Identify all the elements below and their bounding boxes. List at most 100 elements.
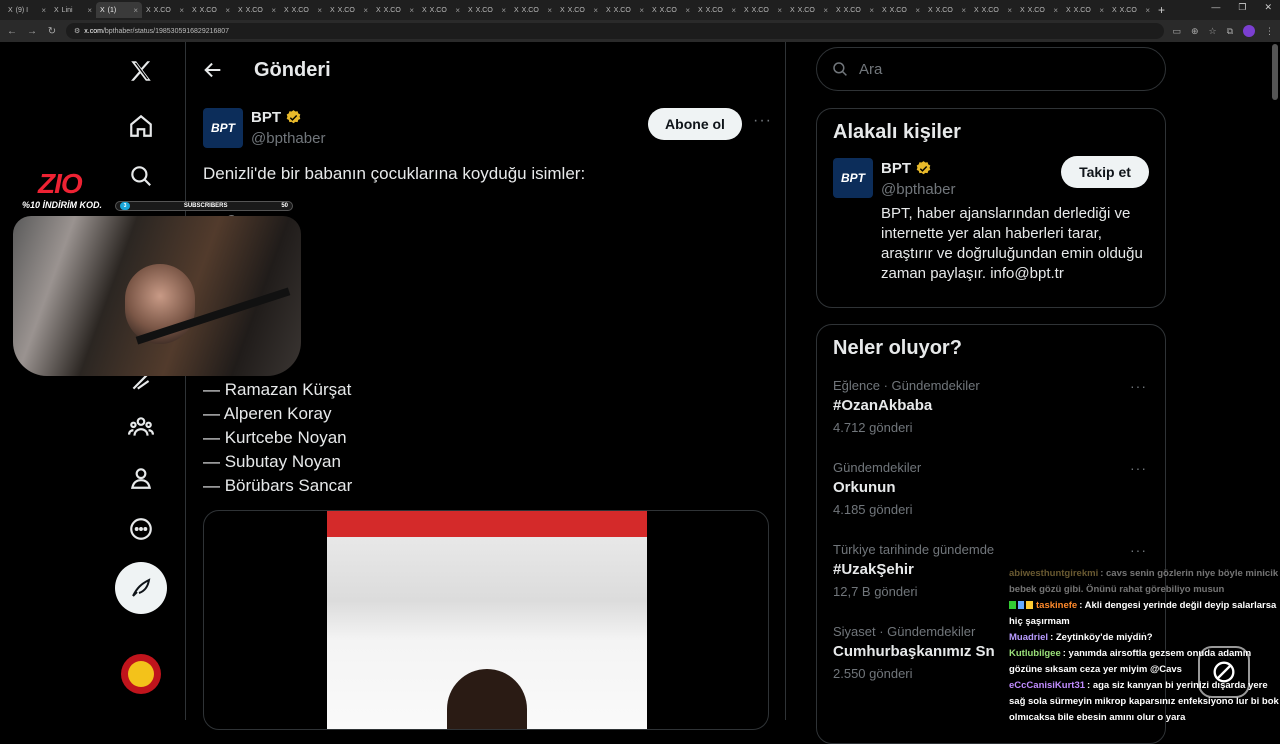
more-icon[interactable] xyxy=(122,510,160,548)
x-logo-icon[interactable] xyxy=(122,52,160,90)
search-input[interactable]: Ara xyxy=(816,47,1166,91)
site-info-icon[interactable]: ⚙ xyxy=(74,27,80,35)
browser-tab[interactable]: X X.CO × xyxy=(280,2,326,18)
author-avatar[interactable]: BPT xyxy=(203,108,243,148)
browser-tab[interactable]: X X.CO × xyxy=(418,2,464,18)
restore-icon[interactable]: ❐ xyxy=(1238,2,1246,13)
browser-tab[interactable]: X X.CO × xyxy=(1062,2,1108,18)
forward-nav-icon[interactable]: → xyxy=(26,26,38,37)
browser-tab[interactable]: X X.CO × xyxy=(740,2,786,18)
browser-tab[interactable]: X X.CO × xyxy=(142,2,188,18)
browser-tab[interactable]: X X.CO × xyxy=(510,2,556,18)
post-media[interactable] xyxy=(203,510,769,730)
cast-icon[interactable]: ▭ xyxy=(1172,26,1181,37)
browser-tab[interactable]: X X.CO × xyxy=(786,2,832,18)
post-more-icon[interactable]: ··· xyxy=(753,112,772,130)
browser-tab[interactable]: X X.CO × xyxy=(188,2,234,18)
trend-more-icon[interactable]: ··· xyxy=(1130,542,1147,558)
tab-close-icon[interactable]: × xyxy=(547,6,552,15)
account-avatar[interactable] xyxy=(121,654,161,694)
tab-close-icon[interactable]: × xyxy=(1053,6,1058,15)
browser-tab[interactable]: X X.CO × xyxy=(878,2,924,18)
browser-tab[interactable]: X X.CO × xyxy=(234,2,280,18)
trend-item[interactable]: Gündemdekiler Orkunun 4.185 gönderi ··· xyxy=(817,454,1165,536)
communities-icon[interactable] xyxy=(122,408,160,446)
tab-close-icon[interactable]: × xyxy=(87,6,92,15)
tab-close-icon[interactable]: × xyxy=(1145,6,1150,15)
tab-favicon-icon: X xyxy=(54,6,59,14)
tab-label: X.CO xyxy=(199,6,217,14)
tab-close-icon[interactable]: × xyxy=(133,6,138,15)
browser-tab[interactable]: X X.CO × xyxy=(694,2,740,18)
new-tab-icon[interactable]: + xyxy=(1158,3,1165,17)
close-window-icon[interactable]: ✕ xyxy=(1264,2,1272,13)
tab-close-icon[interactable]: × xyxy=(225,6,230,15)
related-handle[interactable]: @bpthaber xyxy=(881,181,955,198)
tab-label: X.CO xyxy=(521,6,539,14)
browser-tab[interactable]: X X.CO × xyxy=(924,2,970,18)
tab-close-icon[interactable]: × xyxy=(271,6,276,15)
tab-close-icon[interactable]: × xyxy=(685,6,690,15)
tab-close-icon[interactable]: × xyxy=(501,6,506,15)
browser-tab[interactable]: X X.CO × xyxy=(372,2,418,18)
browser-tab[interactable]: X X.CO × xyxy=(970,2,1016,18)
tab-close-icon[interactable]: × xyxy=(639,6,644,15)
related-avatar[interactable]: BPT xyxy=(833,158,873,198)
tab-close-icon[interactable]: × xyxy=(317,6,322,15)
chat-username: abiwesthuntgirekmi xyxy=(1009,568,1099,579)
tab-close-icon[interactable]: × xyxy=(455,6,460,15)
tab-close-icon[interactable]: × xyxy=(593,6,598,15)
browser-tab[interactable]: X X.CO × xyxy=(832,2,878,18)
tab-close-icon[interactable]: × xyxy=(823,6,828,15)
browser-tab[interactable]: X X.CO × xyxy=(556,2,602,18)
trend-more-icon[interactable]: ··· xyxy=(1130,460,1147,476)
tab-close-icon[interactable]: × xyxy=(777,6,782,15)
browser-tab[interactable]: X X.CO × xyxy=(464,2,510,18)
browser-tab[interactable]: X X.CO × xyxy=(1108,2,1154,18)
tab-label: (9) I xyxy=(15,6,29,14)
search-icon[interactable] xyxy=(122,157,160,195)
tab-close-icon[interactable]: × xyxy=(869,6,874,15)
browser-tab[interactable]: X X.CO × xyxy=(326,2,372,18)
browser-menu-icon[interactable]: ⋮ xyxy=(1265,26,1274,37)
extensions-icon[interactable]: ⧉ xyxy=(1227,26,1233,37)
back-nav-icon[interactable]: ← xyxy=(6,26,18,37)
author-name[interactable]: BPT xyxy=(251,109,302,126)
tab-close-icon[interactable]: × xyxy=(363,6,368,15)
follow-button[interactable]: Takip et xyxy=(1061,156,1149,188)
browser-tab[interactable]: X X.CO × xyxy=(648,2,694,18)
browser-tab[interactable]: X X.CO × xyxy=(1016,2,1062,18)
tab-close-icon[interactable]: × xyxy=(41,6,46,15)
tab-close-icon[interactable]: × xyxy=(961,6,966,15)
zoom-icon[interactable]: ⊕ xyxy=(1191,26,1199,37)
name-list-item: — Subutay Noyan xyxy=(203,452,341,471)
minimize-icon[interactable]: — xyxy=(1211,2,1220,13)
profile-avatar[interactable] xyxy=(1243,25,1255,37)
subscribe-button[interactable]: Abone ol xyxy=(648,108,742,140)
reload-icon[interactable]: ↻ xyxy=(46,26,58,37)
browser-tab[interactable]: X X.CO × xyxy=(602,2,648,18)
back-arrow-icon[interactable] xyxy=(202,59,224,81)
bookmark-star-icon[interactable]: ☆ xyxy=(1208,26,1216,37)
trend-item[interactable]: Eğlence · Gündemdekiler #OzanAkbaba 4.712 … xyxy=(817,372,1165,454)
author-handle[interactable]: @bpthaber xyxy=(251,130,325,147)
related-name[interactable]: BPT xyxy=(881,160,932,177)
browser-tab[interactable]: X (1) × xyxy=(96,2,142,18)
browser-tab[interactable]: X (9) I × xyxy=(4,2,50,18)
tab-close-icon[interactable]: × xyxy=(1007,6,1012,15)
tab-close-icon[interactable]: × xyxy=(409,6,414,15)
browser-tab[interactable]: X Lini × xyxy=(50,2,96,18)
home-icon[interactable] xyxy=(122,107,160,145)
page-scrollbar[interactable] xyxy=(1272,44,1278,100)
tab-close-icon[interactable]: × xyxy=(1099,6,1104,15)
address-bar[interactable]: ⚙ x.com/bpthaber/status/1985305916829216… xyxy=(66,23,1165,39)
tab-close-icon[interactable]: × xyxy=(731,6,736,15)
name-list-item: — Kurtcebe Noyan xyxy=(203,428,347,447)
profile-icon[interactable] xyxy=(122,459,160,497)
tab-close-icon[interactable]: × xyxy=(179,6,184,15)
tab-close-icon[interactable]: × xyxy=(915,6,920,15)
compose-post-button[interactable] xyxy=(115,562,167,614)
name-list-item: — Alperen Koray xyxy=(203,404,332,423)
trend-more-icon[interactable]: ··· xyxy=(1130,378,1147,394)
tab-label: Lini xyxy=(61,6,73,14)
